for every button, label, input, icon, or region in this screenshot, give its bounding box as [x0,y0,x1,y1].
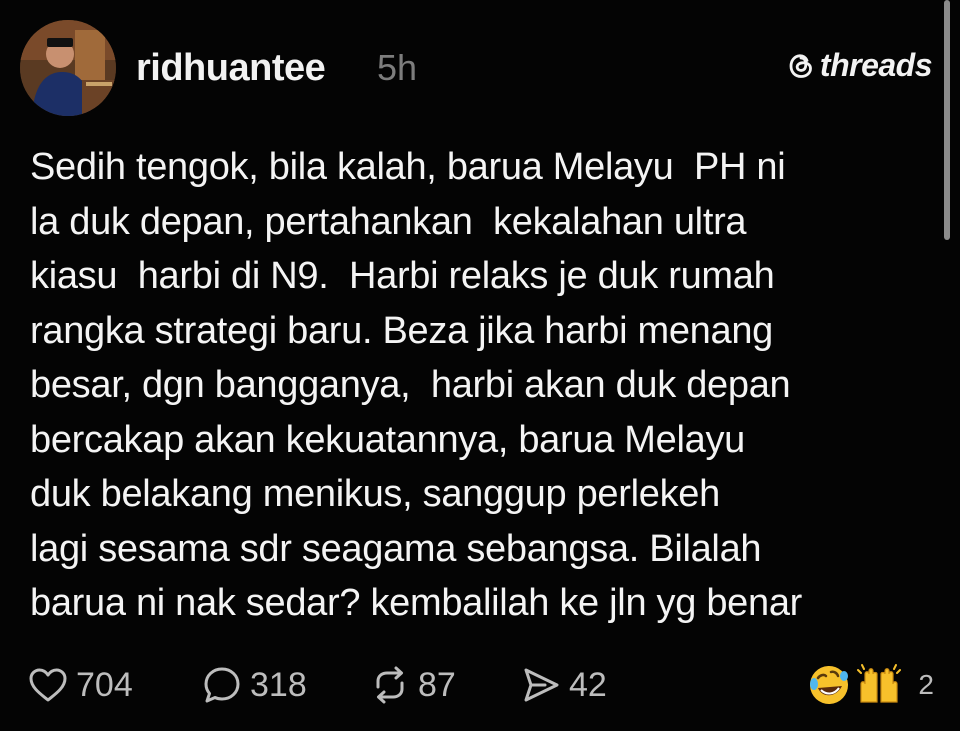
thread-post: ridhuantee 5h threads Sedih tengok, bila… [0,0,960,731]
threads-brand: threads [786,47,933,84]
heart-icon [29,668,67,702]
post-body-line: lagi sesama sdr seagama sebangsa. Bilala… [30,527,762,570]
post-body: Sedih tengok, bila kalah, barua Melayu P… [30,140,935,631]
rofl-emoji [810,666,849,704]
share-count: 42 [569,665,607,704]
post-body-line: la duk depan, pertahankan kekalahan ultr… [30,200,747,243]
like-button[interactable]: 704 [28,660,133,710]
scrollbar[interactable] [944,0,950,240]
post-body-line: bercakap akan kekuatannya, barua Melayu [30,418,745,461]
repost-count: 87 [418,665,456,704]
avatar-image [20,20,116,116]
repost-button[interactable]: 87 [370,660,456,710]
post-body-line: duk belakang menikus, sanggup perlekeh [30,473,720,515]
reactions-summary[interactable]: 2 [806,660,934,710]
post-actions: 704 318 87 42 2 [28,660,934,710]
comment-bubble-icon [204,667,240,703]
post-body-line: barua ni nak sedar? kembalilah ke jln yg… [30,582,803,624]
post-timestamp: 5h [377,47,418,88]
share-button[interactable]: 42 [521,660,607,710]
avatar[interactable] [20,20,116,116]
repost-icon [376,666,404,704]
post-body-line: kiasu harbi di N9. Harbi relaks je duk r… [30,255,775,297]
send-icon [524,668,559,702]
threads-logo-icon [786,51,816,81]
raised-hands-emoji [857,664,902,703]
reaction-count: 2 [918,669,934,700]
post-body-line: besar, dgn bangganya, harbi akan duk dep… [30,364,791,406]
post-body-line: rangka strategi baru. Beza jika harbi me… [30,309,774,352]
like-count: 704 [76,665,133,704]
username[interactable]: ridhuantee [136,47,326,90]
comment-button[interactable]: 318 [202,660,307,710]
post-body-line: Sedih tengok, bila kalah, barua Melayu P… [30,146,786,188]
threads-wordmark: threads [819,47,933,83]
comment-count: 318 [250,665,307,704]
post-header: ridhuantee 5h threads [20,20,933,116]
